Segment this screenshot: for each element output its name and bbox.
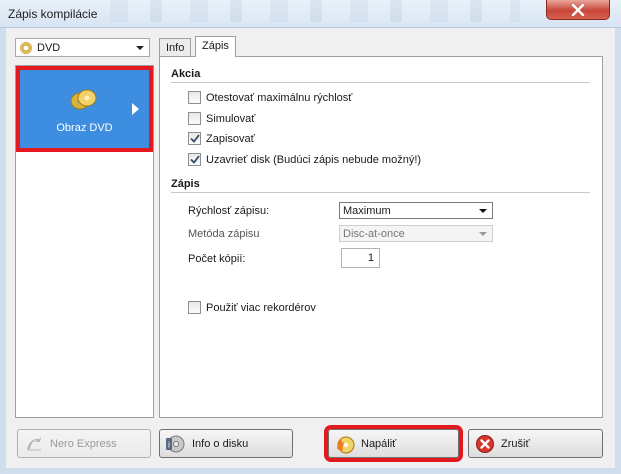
checkbox-label: Zapisovať — [206, 132, 255, 145]
close-button[interactable] — [546, 0, 610, 20]
checkbox-finalize-disc[interactable]: Uzavrieť disk (Budúci zápis nebude možný… — [188, 153, 421, 166]
close-icon — [571, 3, 585, 16]
button-label: Napáliť — [361, 437, 397, 450]
checkbox-label: Uzavrieť disk (Budúci zápis nebude možný… — [206, 153, 422, 166]
checkbox-test-speed[interactable]: Otestovať maximálnu rýchlosť — [188, 91, 352, 104]
checkbox-box — [188, 91, 201, 104]
device-select-value: DVD — [37, 41, 61, 54]
burn-button[interactable]: Napáliť — [324, 425, 463, 462]
disc-icon — [20, 41, 32, 54]
checkmark-icon — [189, 155, 200, 164]
checkbox-label: Otestovať maximálnu rýchlosť — [206, 91, 353, 104]
nero-express-button[interactable]: Nero Express — [17, 429, 151, 458]
copies-input[interactable]: 1 — [341, 248, 380, 268]
disc-info-button[interactable]: i Info o disku — [159, 429, 293, 458]
device-select[interactable]: DVD — [15, 38, 150, 57]
checkbox-box — [188, 153, 201, 166]
tab-label: Zápis — [202, 40, 229, 52]
window-title: Zápis kompilácie — [8, 7, 98, 21]
write-speed-value: Maximum — [343, 205, 391, 217]
burn-disc-icon — [337, 436, 355, 453]
sidebar-item-label: Obraz DVD — [56, 122, 113, 134]
svg-text:i: i — [168, 440, 170, 449]
tab-zapis[interactable]: Zápis — [195, 36, 236, 57]
compilation-type-list: Obraz DVD — [15, 65, 154, 418]
copies-value: 1 — [367, 252, 374, 264]
tab-info[interactable]: Info — [159, 38, 192, 57]
write-speed-label: Rýchlosť zápisu: — [188, 205, 270, 217]
cancel-icon — [476, 434, 494, 453]
checkbox-box — [188, 132, 201, 145]
button-label: Zrušiť — [501, 437, 530, 450]
checkbox-multiple-recorders[interactable]: Použiť viac rekordérov — [188, 301, 316, 314]
chevron-down-icon — [479, 209, 487, 213]
checkbox-box — [188, 301, 201, 314]
checkbox-label: Použiť viac rekordérov — [206, 301, 316, 314]
divider — [171, 192, 590, 193]
chevron-down-icon — [479, 232, 487, 236]
checkbox-simulate[interactable]: Simulovať — [188, 112, 255, 125]
disc-info-icon: i — [166, 435, 185, 452]
checkbox-label: Simulovať — [206, 112, 256, 125]
write-method-value: Disc-at-once — [343, 228, 405, 240]
button-label: Info o disku — [192, 437, 249, 450]
checkbox-write[interactable]: Zapisovať — [188, 132, 255, 145]
sidebar-item-obraz-dvd[interactable]: Obraz DVD — [16, 66, 153, 152]
title-bar: Zápis kompilácie — [0, 0, 621, 28]
chevron-down-icon — [136, 46, 144, 50]
cancel-button[interactable]: Zrušiť — [468, 429, 603, 458]
button-label: Nero Express — [50, 437, 117, 450]
write-speed-select[interactable]: Maximum — [339, 202, 493, 219]
checkmark-icon — [189, 134, 200, 143]
checkbox-box — [188, 112, 201, 125]
play-arrow-icon — [132, 103, 139, 115]
dvd-image-icon — [70, 89, 97, 110]
blurred-toolbar — [110, 0, 520, 22]
divider — [171, 82, 590, 83]
section-title-akcia: Akcia — [171, 68, 201, 80]
write-method-label: Metóda zápisu — [188, 228, 260, 240]
copies-label: Počet kópií: — [188, 253, 246, 265]
tab-label: Info — [166, 42, 185, 54]
section-title-zapis: Zápis — [171, 178, 200, 190]
nero-express-icon — [27, 436, 41, 451]
write-method-select[interactable]: Disc-at-once — [339, 225, 493, 242]
